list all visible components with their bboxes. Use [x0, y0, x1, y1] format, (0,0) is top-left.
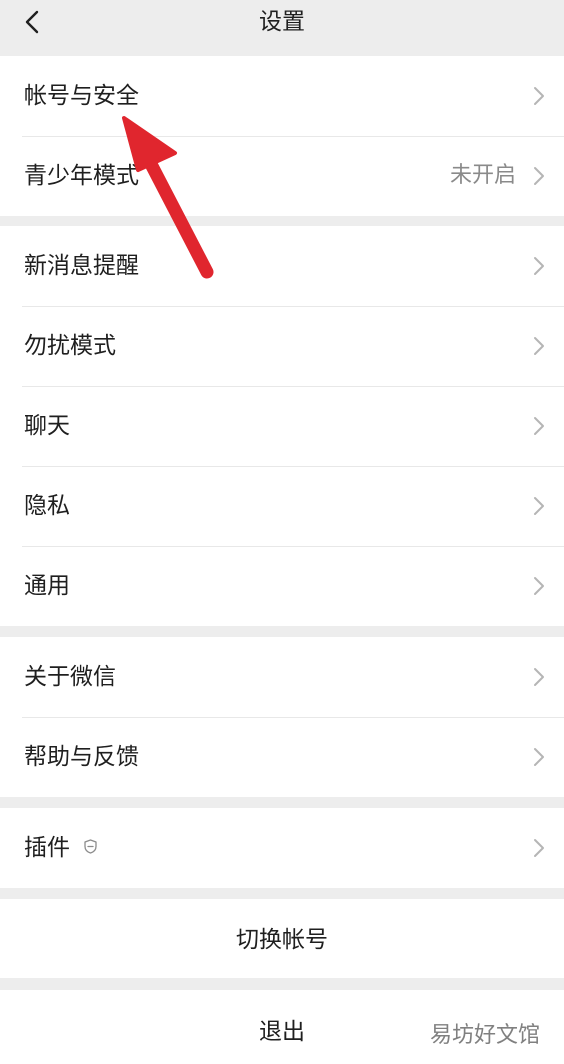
page-title: 设置 [259, 9, 305, 35]
row-help-feedback[interactable]: 帮助与反馈 [0, 717, 564, 797]
chevron-right-icon [534, 748, 544, 766]
watermark: 易坊好文馆 [429, 1023, 540, 1048]
settings-group-general: 新消息提醒 勿扰模式 聊天 隐私 通用 [0, 226, 564, 626]
switch-account-button[interactable]: 切换帐号 [0, 899, 564, 978]
row-new-message-alerts[interactable]: 新消息提醒 [0, 226, 564, 306]
chevron-right-icon [534, 257, 544, 275]
row-account-security[interactable]: 帐号与安全 [0, 56, 564, 136]
row-label: 青少年模式 [24, 163, 139, 189]
row-label: 隐私 [24, 493, 70, 519]
top-bar: 设置 [0, 0, 564, 54]
row-label: 通用 [24, 573, 70, 599]
chevron-right-icon [534, 577, 544, 595]
row-label: 帐号与安全 [24, 83, 139, 109]
row-label: 插件 [24, 835, 70, 861]
settings-group-about: 关于微信 帮助与反馈 [0, 637, 564, 797]
row-plugins[interactable]: 插件 [0, 808, 564, 888]
row-label: 勿扰模式 [24, 333, 116, 359]
chevron-right-icon [534, 167, 544, 185]
row-label: 聊天 [24, 413, 70, 439]
row-label: 帮助与反馈 [24, 744, 139, 770]
chevron-right-icon [534, 668, 544, 686]
chevron-right-icon [534, 87, 544, 105]
chevron-right-icon [534, 337, 544, 355]
row-general[interactable]: 通用 [0, 546, 564, 626]
chevron-right-icon [534, 497, 544, 515]
row-chat[interactable]: 聊天 [0, 386, 564, 466]
row-do-not-disturb[interactable]: 勿扰模式 [0, 306, 564, 386]
settings-group-account: 帐号与安全 青少年模式 未开启 [0, 56, 564, 216]
switch-account-label: 切换帐号 [236, 927, 328, 953]
row-label: 关于微信 [24, 664, 116, 690]
row-status-value: 未开启 [449, 163, 516, 188]
shield-icon [84, 839, 97, 854]
row-privacy[interactable]: 隐私 [0, 466, 564, 546]
settings-group-plugins: 插件 [0, 808, 564, 888]
chevron-right-icon [534, 839, 544, 857]
row-label: 新消息提醒 [24, 253, 139, 279]
row-youth-mode[interactable]: 青少年模式 未开启 [0, 136, 564, 216]
chevron-right-icon [534, 417, 544, 435]
row-about-wechat[interactable]: 关于微信 [0, 637, 564, 717]
